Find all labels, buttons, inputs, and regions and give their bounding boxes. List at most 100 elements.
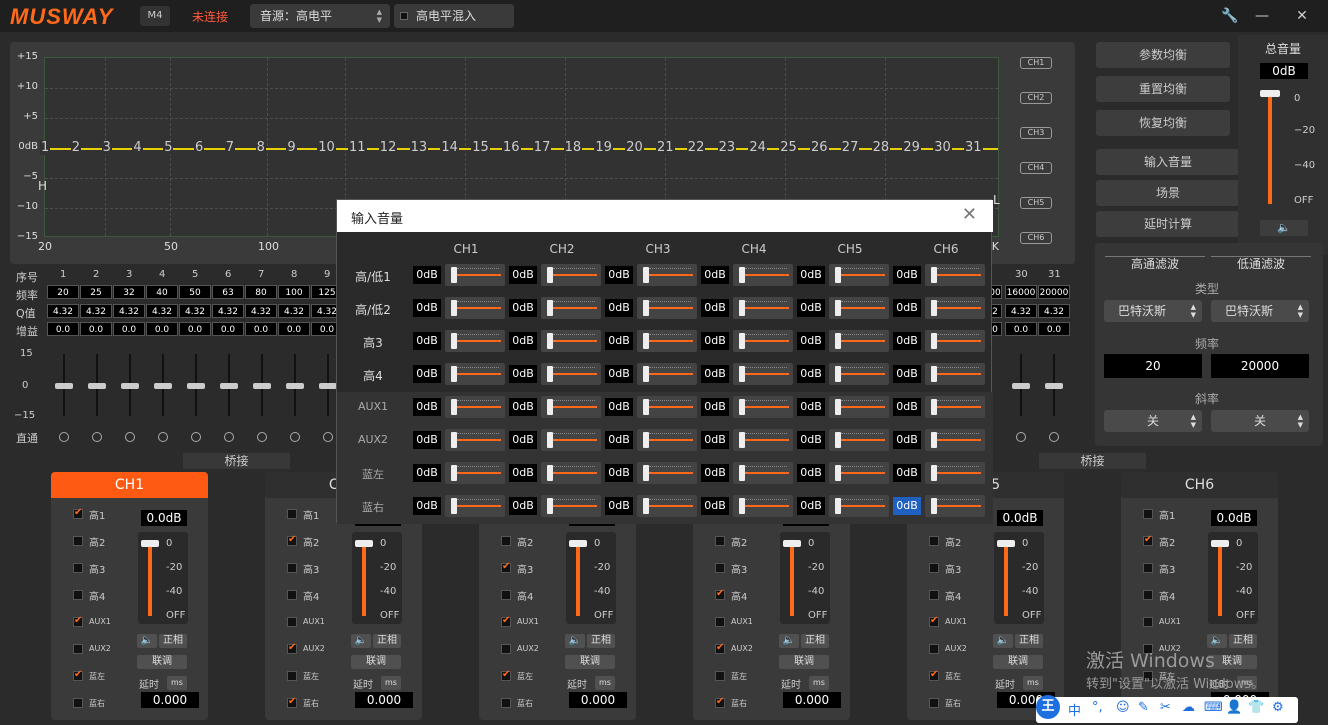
band-number[interactable]: 18 [563,140,583,155]
input-checkbox[interactable] [287,696,297,708]
freq-input[interactable]: 50 [179,285,211,299]
dialog-gain-slider[interactable] [925,429,985,451]
link-button[interactable]: 联调 [565,655,615,669]
dialog-gain-slider[interactable] [829,297,889,319]
delay-unit-button[interactable]: ms [1023,676,1043,690]
slider-track[interactable] [837,472,885,474]
slider-knob[interactable] [451,267,457,283]
dialog-gain-value[interactable]: 0dB [413,464,441,482]
input-checkbox[interactable] [1143,590,1153,600]
volume-knob[interactable] [997,540,1015,547]
slider-knob[interactable] [931,399,937,415]
dialog-gain-value[interactable]: 0dB [509,497,537,515]
slider-track[interactable] [837,340,885,342]
link-button[interactable]: 联调 [137,655,187,669]
dialog-gain-slider[interactable] [925,363,985,385]
dialog-gain-value[interactable]: 0dB [701,266,729,284]
dialog-gain-slider[interactable] [925,495,985,517]
gain-input[interactable]: 0.0 [212,322,244,336]
slider-track[interactable] [933,472,981,474]
gain-input[interactable]: 0.0 [179,322,211,336]
input-checkbox[interactable] [929,590,939,600]
input-checkbox[interactable] [287,509,297,519]
dialog-gain-value[interactable]: 0dB [797,464,825,482]
channel-gain-value[interactable]: 0.0dB [141,510,187,526]
input-checkbox[interactable] [73,507,83,519]
channel-volume-slider[interactable]: 0 -20 -40 OFF [138,532,188,624]
dialog-gain-slider[interactable] [829,396,889,418]
dialog-gain-slider[interactable] [637,396,697,418]
pen-icon[interactable]: ✎ [1138,700,1149,715]
dialog-gain-slider[interactable] [637,363,697,385]
slider-track[interactable] [645,505,693,507]
slider-track[interactable] [837,373,885,375]
slider-track[interactable] [741,340,789,342]
volume-track[interactable] [148,544,152,616]
dialog-gain-slider[interactable] [829,330,889,352]
wrench-icon[interactable]: 🔧 [1220,6,1240,26]
dialog-gain-value[interactable]: 0dB [605,299,633,317]
band-fader-knob[interactable] [1045,383,1063,389]
slider-track[interactable] [837,439,885,441]
slider-knob[interactable] [547,432,553,448]
delay-input[interactable]: 0.000 [355,692,413,708]
channel-header[interactable]: CH6 [1121,472,1278,498]
user-icon[interactable]: 👤 [1226,700,1242,715]
input-checkbox[interactable] [73,644,83,654]
slider-track[interactable] [549,439,597,441]
slider-knob[interactable] [835,366,841,382]
slider-track[interactable] [453,505,501,507]
cloud-icon[interactable]: ☁ [1182,700,1195,715]
slider-knob[interactable] [547,399,553,415]
dialog-gain-slider[interactable] [829,429,889,451]
dialog-gain-value[interactable]: 0dB [509,266,537,284]
input-checkbox[interactable] [73,536,83,546]
close-icon[interactable]: ✕ [1292,6,1312,26]
band-number[interactable]: 27 [840,140,860,155]
dialog-gain-value[interactable]: 0dB [797,398,825,416]
dialog-gain-value[interactable]: 0dB [413,266,441,284]
dialog-gain-value[interactable]: 0dB [893,497,921,515]
dialog-gain-slider[interactable] [637,297,697,319]
slider-track[interactable] [741,373,789,375]
phase-button[interactable]: 正相 [1015,634,1043,648]
bypass-radio[interactable] [59,432,69,442]
dialog-gain-slider[interactable] [445,429,505,451]
input-checkbox[interactable] [1143,509,1153,519]
ch-tag-4[interactable]: CH4 [1020,162,1052,174]
band-number[interactable]: 25 [779,140,798,155]
dialog-gain-slider[interactable] [541,462,601,484]
slider-track[interactable] [453,472,501,474]
q-input[interactable]: 4.32 [146,304,178,318]
channel-volume-slider[interactable]: 0 -20 -40 OFF [780,532,830,624]
ime-logo[interactable]: 王 [1036,695,1060,719]
bypass-radio[interactable] [92,432,102,442]
mute-icon[interactable]: 🔈 [993,634,1013,648]
delay-input[interactable]: 0.000 [141,692,199,708]
slider-knob[interactable] [739,432,745,448]
band-number[interactable]: 16 [502,140,521,155]
dialog-gain-value[interactable]: 0dB [701,464,729,482]
phase-button[interactable]: 正相 [373,634,401,648]
slider-track[interactable] [645,340,693,342]
hp-freq-input[interactable]: 20 [1104,354,1202,378]
dialog-gain-value[interactable]: 0dB [509,464,537,482]
slider-knob[interactable] [451,432,457,448]
dialog-gain-slider[interactable] [733,396,793,418]
dialog-gain-value[interactable]: 0dB [605,497,633,515]
slider-track[interactable] [645,373,693,375]
dialog-gain-slider[interactable] [733,297,793,319]
freq-input[interactable]: 40 [146,285,178,299]
dialog-gain-slider[interactable] [637,429,697,451]
dialog-gain-value[interactable]: 0dB [413,497,441,515]
dialog-gain-slider[interactable] [829,363,889,385]
slider-knob[interactable] [451,366,457,382]
slider-track[interactable] [453,307,501,309]
master-volume-knob[interactable] [1260,90,1280,97]
slider-knob[interactable] [739,300,745,316]
gain-input[interactable]: 0.0 [245,322,277,336]
slider-knob[interactable] [643,267,649,283]
dialog-gain-value[interactable]: 0dB [701,299,729,317]
slider-knob[interactable] [931,498,937,514]
band-fader-knob[interactable] [88,383,106,389]
